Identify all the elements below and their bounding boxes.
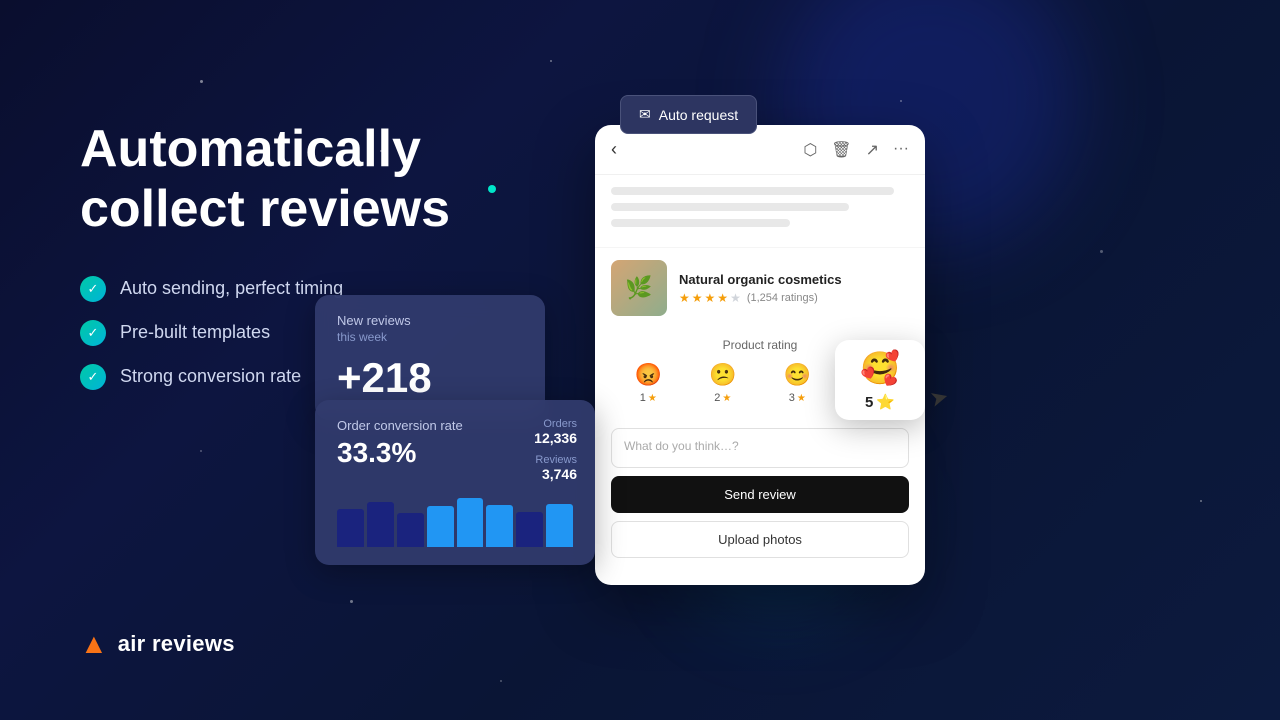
skeleton-line-2 <box>611 203 849 211</box>
feature-label-3: Strong conversion rate <box>120 366 301 387</box>
panel-skeleton <box>595 175 925 247</box>
reviews-card-number: +218 <box>337 354 523 402</box>
reviews-card-label: New reviews <box>337 313 523 328</box>
more-icon[interactable]: ··· <box>893 140 909 160</box>
chart-bar <box>546 504 573 547</box>
chart-bar <box>457 498 484 547</box>
logo: ▲ air reviews <box>80 628 235 660</box>
chart-bar <box>397 513 424 547</box>
logo-text: air reviews <box>118 631 235 657</box>
star-3: ★ <box>705 291 716 305</box>
auto-request-button[interactable]: ✉ Auto request <box>620 95 757 134</box>
orders-label: Orders <box>534 418 577 430</box>
rating-5-emoji: 🥰 <box>860 349 900 387</box>
emoji-item-2[interactable]: 😕 2 ★ <box>709 362 736 404</box>
right-section: ✉ Auto request ‹ ⬡ 🗑 ↗ ··· 🌿 Nat <box>500 0 1280 720</box>
review-placeholder: What do you think…? <box>624 439 739 453</box>
emoji-item-3[interactable]: 😊 3 ★ <box>784 362 811 404</box>
save-icon[interactable]: ⬡ <box>803 140 817 160</box>
cursor-arrow: ➤ <box>927 383 952 413</box>
rating-5-number: 5 ⭐ <box>865 393 895 411</box>
chart-bar <box>516 512 543 547</box>
logo-icon: ▲ <box>80 628 108 660</box>
reviews-stat-label: Reviews <box>534 454 577 466</box>
chart-bar <box>486 505 513 547</box>
skeleton-line-3 <box>611 219 790 227</box>
emoji-3: 😊 <box>784 362 811 388</box>
star-rating: ★ ★ ★ ★ ★ (1,254 ratings) <box>679 291 909 305</box>
reviews-card-sublabel: this week <box>337 330 523 344</box>
chart-bar <box>367 502 394 548</box>
emoji-num-3: 3 ★ <box>789 392 806 404</box>
star-5: ★ <box>730 291 741 305</box>
panel-actions: ⬡ 🗑 ↗ ··· <box>803 140 909 160</box>
feature-label-1: Auto sending, perfect timing <box>120 278 343 299</box>
star-4: ★ <box>717 291 728 305</box>
rating-5-card: 🥰 5 ⭐ <box>835 340 925 420</box>
email-icon: ✉ <box>639 106 651 123</box>
auto-request-label: Auto request <box>659 107 738 123</box>
send-review-button[interactable]: Send review <box>611 476 909 513</box>
chart-bar <box>337 509 364 548</box>
emoji-item-1[interactable]: 😡 1 ★ <box>635 362 662 404</box>
emoji-num-2: 2 ★ <box>714 392 731 404</box>
check-icon-3: ✓ <box>80 364 106 390</box>
rating-5-star: ⭐ <box>876 393 895 411</box>
review-text-area[interactable]: What do you think…? <box>611 428 909 468</box>
skeleton-line-1 <box>611 187 894 195</box>
share-icon[interactable]: ↗ <box>866 140 879 160</box>
rating-count: (1,254 ratings) <box>747 292 818 304</box>
emoji-1: 😡 <box>635 362 662 388</box>
main-heading: Automatically collect reviews <box>80 120 500 240</box>
feature-label-2: Pre-built templates <box>120 322 270 343</box>
back-button[interactable]: ‹ <box>611 139 617 160</box>
star-2: ★ <box>692 291 703 305</box>
chart-bar <box>427 506 454 547</box>
upload-photos-button[interactable]: Upload photos <box>611 521 909 558</box>
check-icon-2: ✓ <box>80 320 106 346</box>
product-info: Natural organic cosmetics ★ ★ ★ ★ ★ (1,2… <box>679 272 909 305</box>
star-1: ★ <box>679 291 690 305</box>
conversion-rate-card: Order conversion rate 33.3% Orders 12,33… <box>315 400 595 565</box>
check-icon-1: ✓ <box>80 276 106 302</box>
bar-chart <box>337 477 573 547</box>
emoji-num-1: 1 ★ <box>640 392 657 404</box>
product-name: Natural organic cosmetics <box>679 272 909 287</box>
delete-icon[interactable]: 🗑 <box>831 140 851 160</box>
product-row: 🌿 Natural organic cosmetics ★ ★ ★ ★ ★ (1… <box>595 247 925 328</box>
orders-value: 12,336 <box>534 430 577 446</box>
product-thumbnail: 🌿 <box>611 260 667 316</box>
emoji-2: 😕 <box>709 362 736 388</box>
